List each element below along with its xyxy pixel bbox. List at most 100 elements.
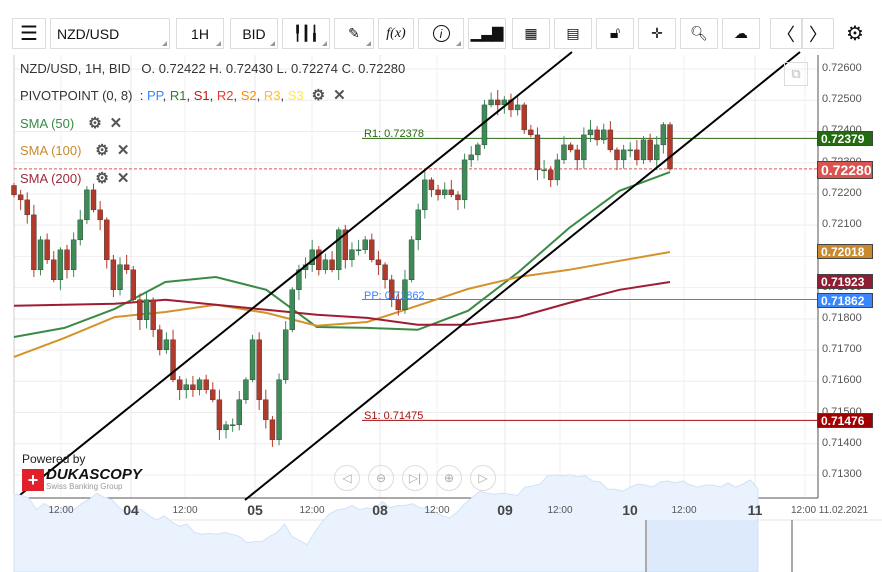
brand-sub: Swiss Banking Group bbox=[46, 482, 123, 491]
close-icon[interactable]: ✕ bbox=[117, 141, 130, 159]
candle-body bbox=[223, 424, 229, 430]
nav-forward-button[interactable]: ▷ bbox=[470, 465, 496, 491]
candle-body bbox=[647, 139, 653, 161]
close-icon[interactable]: ✕ bbox=[333, 86, 346, 104]
candle-body bbox=[243, 379, 249, 400]
candle-body bbox=[561, 144, 567, 161]
candle-body bbox=[117, 264, 123, 290]
time-tick: 12:00 bbox=[424, 505, 450, 516]
pivot-item: S3 bbox=[287, 87, 304, 103]
nav-end-button[interactable]: ▷| bbox=[402, 465, 428, 491]
candle-body bbox=[607, 129, 614, 151]
candle-body bbox=[581, 134, 587, 161]
time-tick: 12:00 bbox=[671, 505, 697, 516]
candle-body bbox=[130, 269, 136, 300]
pivot-item: R1 bbox=[169, 87, 187, 103]
candle-body bbox=[256, 339, 262, 400]
candle-body bbox=[51, 259, 57, 281]
price-tick: 0.71300 bbox=[822, 467, 862, 480]
candle-body bbox=[17, 194, 24, 201]
branding: Powered by + DUKASCOPY Swiss Banking Gro… bbox=[22, 452, 142, 491]
candle-body bbox=[196, 379, 203, 390]
candle-body bbox=[548, 169, 554, 181]
gear-icon[interactable]: ⚙ bbox=[95, 141, 108, 159]
candle-body bbox=[349, 249, 355, 261]
candle-body bbox=[37, 239, 44, 271]
sma50-line bbox=[13, 171, 671, 338]
sma200-label: SMA (200) bbox=[20, 171, 82, 186]
candle-body bbox=[11, 185, 17, 196]
candle-body bbox=[442, 189, 448, 196]
candle-body bbox=[468, 154, 474, 161]
time-tick: 12:00 bbox=[547, 505, 573, 516]
candle-body bbox=[183, 384, 189, 390]
pp-label: PP: 0.71862 bbox=[364, 290, 425, 302]
gear-icon[interactable]: ⚙ bbox=[312, 86, 325, 104]
candle-body bbox=[455, 194, 461, 201]
candle-body bbox=[104, 219, 110, 261]
candle-body bbox=[282, 329, 289, 380]
skip-end-icon: ▷| bbox=[408, 471, 422, 485]
candle-body bbox=[554, 159, 561, 181]
candle-body bbox=[355, 249, 362, 252]
candle-body bbox=[375, 259, 382, 266]
price-tick: 0.72600 bbox=[822, 62, 862, 74]
nav-zoom-out-button[interactable]: ⊖ bbox=[368, 465, 394, 491]
sma100-price-tag: 0.72018 bbox=[817, 244, 873, 259]
candle-body bbox=[362, 239, 368, 251]
time-tick: 12:00 bbox=[48, 505, 74, 516]
price-tick: 0.71400 bbox=[822, 436, 862, 449]
zoom-in-icon: ⊕ bbox=[443, 471, 455, 485]
close-icon[interactable]: ✕ bbox=[117, 169, 130, 187]
price-tick: 0.71700 bbox=[822, 343, 862, 356]
pivot-item: S2 bbox=[240, 87, 257, 103]
nav-back-button[interactable]: ◁ bbox=[334, 465, 360, 491]
candle-body bbox=[203, 379, 209, 390]
candle-body bbox=[567, 144, 574, 151]
dukascopy-logo-icon: + bbox=[22, 468, 44, 491]
candle-body bbox=[216, 399, 223, 430]
popout-button[interactable]: ⧉ bbox=[784, 62, 808, 86]
candle-body bbox=[143, 299, 150, 320]
candle-body bbox=[369, 239, 375, 261]
candle-body bbox=[24, 199, 30, 216]
candle-body bbox=[70, 239, 77, 271]
candle-body bbox=[448, 189, 455, 196]
price-tick: 0.71800 bbox=[822, 311, 862, 324]
candle-body bbox=[176, 379, 183, 390]
zoom-out-icon: ⊖ bbox=[375, 471, 387, 485]
time-axis-last: 12:00 11.02.2021 bbox=[791, 505, 869, 516]
nav-zoom-in-button[interactable]: ⊕ bbox=[436, 465, 462, 491]
candle-body bbox=[534, 134, 541, 171]
candle-body bbox=[660, 124, 667, 146]
price-tick: 0.72100 bbox=[822, 218, 862, 231]
candle-body bbox=[157, 329, 163, 350]
price-tick: 0.71600 bbox=[822, 374, 862, 387]
candle-body bbox=[415, 209, 421, 241]
candle-body bbox=[382, 264, 388, 281]
gear-icon[interactable]: ⚙ bbox=[88, 114, 101, 132]
candle-body bbox=[614, 149, 620, 161]
candle-body bbox=[263, 399, 269, 420]
r1-price-tag: 0.72379 bbox=[817, 131, 873, 146]
candle-body bbox=[488, 99, 494, 106]
candle-body bbox=[276, 379, 282, 440]
close-icon[interactable]: ✕ bbox=[110, 114, 123, 132]
candle-body bbox=[44, 239, 50, 261]
candle-body bbox=[64, 249, 70, 271]
candle-body bbox=[422, 179, 428, 211]
candle-body bbox=[289, 289, 296, 330]
current-price-tag: 0.72280 bbox=[817, 161, 873, 179]
navigator-window[interactable] bbox=[646, 520, 758, 572]
day-tick: 04 bbox=[123, 502, 139, 518]
gear-icon[interactable]: ⚙ bbox=[95, 169, 108, 187]
candle-body bbox=[84, 189, 90, 221]
candle-body bbox=[435, 189, 441, 196]
s1-label: S1: 0.71475 bbox=[364, 410, 424, 422]
candle-body bbox=[408, 239, 415, 281]
candle-body bbox=[587, 129, 594, 136]
time-tick: 12:00 bbox=[172, 505, 198, 516]
day-tick: 11 bbox=[747, 502, 763, 518]
candle-body bbox=[528, 129, 534, 136]
r1-label: R1: 0.72378 bbox=[364, 128, 424, 140]
